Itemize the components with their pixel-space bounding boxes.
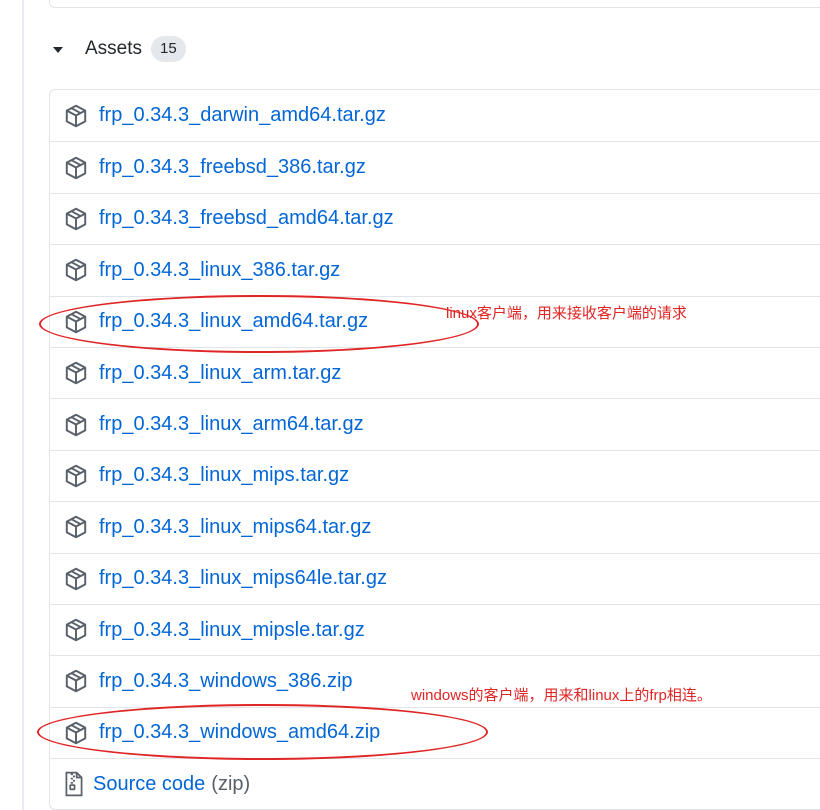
asset-row: frp_0.34.3_darwin_amd64.tar.gz	[50, 90, 820, 141]
asset-row: frp_0.34.3_freebsd_386.tar.gz	[50, 141, 820, 192]
package-icon	[63, 668, 89, 694]
triangle-down-icon	[53, 47, 63, 53]
assets-count-badge: 15	[151, 36, 186, 62]
asset-row: frp_0.34.3_linux_mips64.tar.gz	[50, 501, 820, 552]
asset-link[interactable]: frp_0.34.3_windows_amd64.zip	[99, 721, 380, 744]
annotation-windows-note: windows的客户端，用来和linux上的frp相连。	[411, 687, 712, 704]
source-code-format: (zip)	[211, 772, 251, 795]
asset-row: frp_0.34.3_linux_mipsle.tar.gz	[50, 603, 820, 655]
assets-title: Assets	[85, 38, 143, 59]
asset-row: frp_0.34.3_freebsd_amd64.tar.gz	[50, 192, 820, 244]
package-icon	[63, 566, 89, 592]
asset-link[interactable]: frp_0.34.3_linux_386.tar.gz	[99, 259, 340, 282]
package-icon	[63, 257, 89, 283]
asset-link[interactable]: frp_0.34.3_linux_arm.tar.gz	[99, 362, 341, 385]
previous-section-box	[49, 0, 820, 8]
asset-link[interactable]: frp_0.34.3_linux_arm64.tar.gz	[99, 413, 364, 436]
annotation-linux-note: linux客户端，用来接收客户端的请求	[446, 305, 687, 322]
package-icon	[63, 617, 89, 643]
asset-row: frp_0.34.3_linux_amd64.tar.gz	[50, 295, 820, 347]
asset-link[interactable]: frp_0.34.3_linux_mips64le.tar.gz	[99, 567, 387, 590]
package-icon	[63, 309, 89, 335]
asset-link[interactable]: frp_0.34.3_windows_386.zip	[99, 670, 353, 693]
file-zip-icon	[63, 771, 85, 797]
asset-row: frp_0.34.3_windows_amd64.zip	[50, 706, 820, 758]
asset-link[interactable]: frp_0.34.3_freebsd_amd64.tar.gz	[99, 207, 394, 230]
package-icon	[63, 514, 89, 540]
asset-link[interactable]: frp_0.34.3_linux_amd64.tar.gz	[99, 310, 368, 333]
package-icon	[63, 206, 89, 232]
package-icon	[63, 463, 89, 489]
asset-row: frp_0.34.3_linux_arm.tar.gz	[50, 346, 820, 398]
asset-link[interactable]: frp_0.34.3_linux_mipsle.tar.gz	[99, 619, 365, 642]
asset-row: frp_0.34.3_linux_386.tar.gz	[50, 244, 820, 295]
source-code-row: Source code (zip)	[50, 758, 820, 809]
timeline-rule	[22, 0, 24, 810]
asset-link[interactable]: frp_0.34.3_linux_mips64.tar.gz	[99, 516, 371, 539]
assets-toggle[interactable]: Assets 15	[53, 33, 186, 65]
asset-row: frp_0.34.3_linux_mips64le.tar.gz	[50, 552, 820, 604]
package-icon	[63, 360, 89, 386]
package-icon	[63, 412, 89, 438]
asset-link[interactable]: frp_0.34.3_linux_mips.tar.gz	[99, 464, 349, 487]
asset-link[interactable]: frp_0.34.3_darwin_amd64.tar.gz	[99, 104, 386, 127]
asset-row: frp_0.34.3_linux_mips.tar.gz	[50, 449, 820, 501]
asset-link[interactable]: frp_0.34.3_freebsd_386.tar.gz	[99, 156, 366, 179]
package-icon	[63, 103, 89, 129]
package-icon	[63, 720, 89, 746]
package-icon	[63, 155, 89, 181]
source-code-link[interactable]: Source code	[93, 773, 205, 796]
asset-row: frp_0.34.3_linux_arm64.tar.gz	[50, 398, 820, 449]
